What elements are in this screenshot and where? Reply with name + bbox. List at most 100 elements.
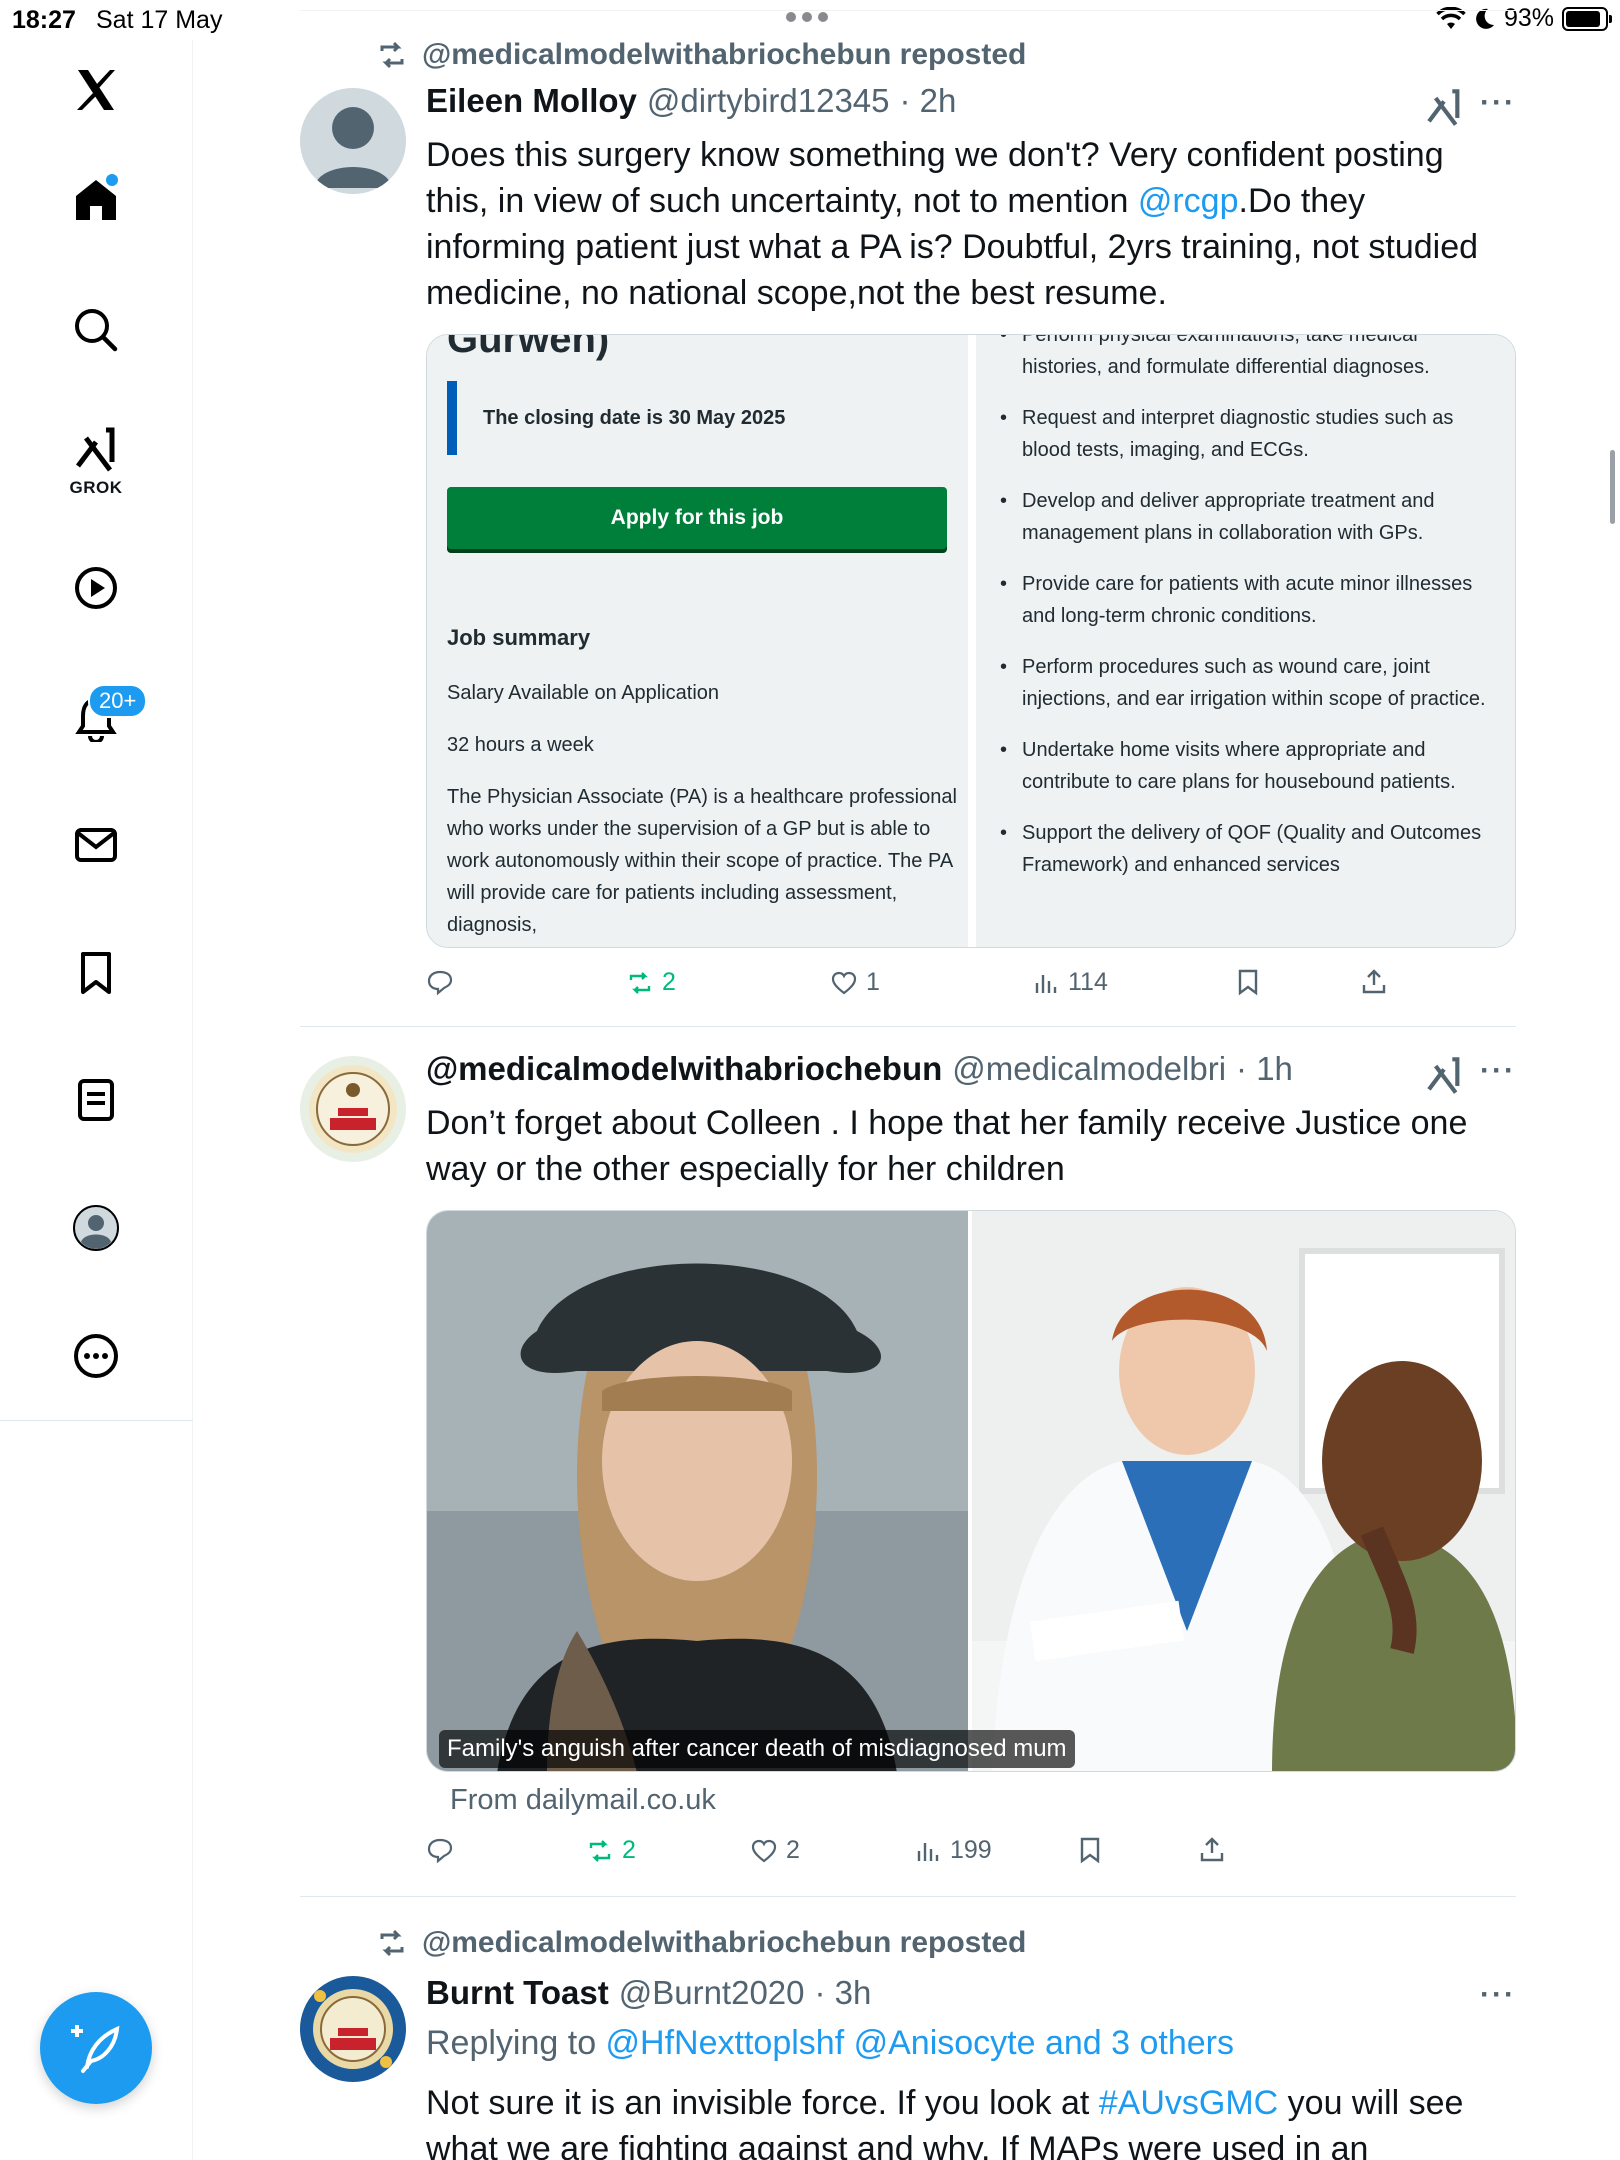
timeline: @medicalmodelwithabriochebun reposted Ei… <box>300 0 1516 2160</box>
author-name[interactable]: @medicalmodelwithabriochebun <box>426 1050 942 1088</box>
view-count: 199 <box>950 1836 992 1864</box>
mention-link[interactable]: @rcgp <box>1138 182 1239 220</box>
repost-label: @medicalmodelwithabriochebun reposted <box>422 38 1027 71</box>
avatar[interactable] <box>300 88 406 194</box>
duty-item: Develop and deliver appropriate treatmen… <box>1000 485 1500 549</box>
tweet-header: Eileen Molloy @dirtybird12345 · 2h <box>426 82 956 120</box>
tweet-time[interactable]: · 3h <box>815 1974 872 2012</box>
replying-to-links[interactable]: @HfNexttoplshf @Anisocyte and 3 others <box>606 2024 1234 2062</box>
reply-icon <box>427 1838 453 1864</box>
top-divider <box>300 10 1516 11</box>
job-advert-right: Perform physical examinations, take medi… <box>976 335 1515 947</box>
reply-button[interactable] <box>426 968 454 996</box>
grok-label: GROK <box>69 478 123 497</box>
views-button[interactable]: 114 <box>1032 968 1108 997</box>
grok-icon[interactable] <box>1424 88 1464 128</box>
battery-icon <box>1562 6 1612 31</box>
views-icon <box>917 1842 939 1861</box>
job-advert-image[interactable]: Gurwen) The closing date is 30 May 2025 … <box>426 334 1516 948</box>
heart-icon <box>831 971 857 994</box>
repost-count: 2 <box>622 1836 636 1864</box>
link-source[interactable]: From dailymail.co.uk <box>450 1784 716 1817</box>
avatar[interactable] <box>300 1976 406 2082</box>
share-icon <box>1362 969 1386 994</box>
repost-icon <box>629 971 651 994</box>
search-icon[interactable] <box>66 300 126 360</box>
views-button[interactable]: 199 <box>914 1836 992 1865</box>
list-icon[interactable] <box>66 1070 126 1130</box>
tweet-header: @medicalmodelwithabriochebun @medicalmod… <box>426 1050 1293 1088</box>
tweet-text: Does this surgery know something we don'… <box>426 136 1479 312</box>
scrollbar[interactable] <box>1610 450 1615 524</box>
x-logo-icon[interactable] <box>66 60 126 120</box>
share-button[interactable] <box>1198 1836 1226 1864</box>
hours-text: 32 hours a week <box>447 734 594 756</box>
duty-item: Request and interpret diagnostic studies… <box>1000 402 1500 466</box>
like-button[interactable]: 1 <box>830 968 880 997</box>
author-handle[interactable]: @dirtybird12345 <box>647 82 890 120</box>
bookmark-button[interactable] <box>1076 1836 1104 1864</box>
job-description: The Physician Associate (PA) is a health… <box>447 786 957 936</box>
bookmark-icon[interactable] <box>66 943 126 1003</box>
duty-item: Provide care for patients with acute min… <box>1000 568 1500 632</box>
author-name[interactable]: Eileen Molloy <box>426 82 637 120</box>
job-advert-left: Gurwen) The closing date is 30 May 2025 … <box>427 334 968 947</box>
repost-label: @medicalmodelwithabriochebun reposted <box>422 1926 1027 1959</box>
share-button[interactable] <box>1360 968 1388 996</box>
doctor-with-patient-photo <box>972 1211 1515 1771</box>
repost-button[interactable]: 2 <box>626 968 676 997</box>
media-caption: Family's anguish after cancer death of m… <box>439 1730 1075 1768</box>
closing-date: The closing date is 30 May 2025 <box>447 381 785 455</box>
more-options-icon[interactable]: ··· <box>1480 1978 1516 2012</box>
avatar[interactable] <box>300 1056 406 1162</box>
tweet-time[interactable]: · 2h <box>900 82 957 120</box>
more-circle-icon[interactable] <box>66 1326 126 1386</box>
bookmark-icon <box>1080 1837 1100 1864</box>
repost-icon <box>380 1929 404 1957</box>
repost-count: 2 <box>662 968 676 996</box>
duty-item: Support the delivery of QOF (Quality and… <box>1000 817 1500 881</box>
tweet-divider <box>300 1026 1516 1027</box>
duty-item: Perform procedures such as wound care, j… <box>1000 651 1500 715</box>
replying-to: Replying to @HfNexttoplshf @Anisocyte an… <box>426 2024 1234 2062</box>
job-title-cut: Gurwen) <box>447 334 610 361</box>
repost-indicator[interactable]: @medicalmodelwithabriochebun reposted <box>376 1926 1026 1960</box>
repost-button[interactable]: 2 <box>586 1836 636 1865</box>
author-handle[interactable]: @medicalmodelbri <box>952 1050 1226 1088</box>
heart-icon <box>751 1839 777 1862</box>
compose-button[interactable] <box>40 1992 152 2104</box>
apply-button: Apply for this job <box>447 487 947 549</box>
repost-indicator[interactable]: @medicalmodelwithabriochebun reposted <box>376 38 1026 72</box>
compose-icon <box>71 2025 120 2073</box>
tweet-header: Burnt Toast @Burnt2020 · 3h <box>426 1974 871 2012</box>
grok-icon[interactable] <box>1424 1056 1464 1096</box>
more-options-icon[interactable]: ··· <box>1480 1054 1516 1088</box>
profile-icon[interactable] <box>66 1198 126 1258</box>
tweet-text: Don’t forget about Colleen . I hope that… <box>426 1104 1468 1188</box>
more-options-icon[interactable]: ··· <box>1480 86 1516 120</box>
like-count: 2 <box>786 1836 800 1864</box>
tweet-time[interactable]: · 1h <box>1236 1050 1293 1088</box>
bookmark-button[interactable] <box>1234 968 1262 996</box>
status-date: Sat 17 May <box>96 6 223 34</box>
tweet-actions: 2 2 199 <box>426 1836 1416 1876</box>
tweet-actions: 2 1 114 <box>426 968 1416 1008</box>
grok-icon[interactable] <box>66 420 126 480</box>
link-card-media[interactable]: Family's anguish after cancer death of m… <box>426 1210 1516 1772</box>
status-time: 18:27 <box>12 6 76 34</box>
views-icon <box>1035 974 1057 993</box>
sidebar-divider <box>0 1420 193 1421</box>
home-notification-dot <box>106 174 118 186</box>
like-button[interactable]: 2 <box>750 1836 800 1865</box>
mail-icon[interactable] <box>66 815 126 875</box>
play-icon[interactable] <box>66 558 126 618</box>
author-name[interactable]: Burnt Toast <box>426 1974 609 2012</box>
view-count: 114 <box>1068 968 1108 996</box>
tweet-text: Not sure it is an invisible force. If yo… <box>426 2084 1464 2160</box>
hashtag-link[interactable]: #AUvsGMC <box>1099 2084 1278 2122</box>
salary-text: Salary Available on Application <box>447 682 720 704</box>
author-handle[interactable]: @Burnt2020 <box>619 1974 805 2012</box>
reply-button[interactable] <box>426 1836 454 1864</box>
share-icon <box>1200 1837 1224 1862</box>
repost-icon <box>589 1839 611 1862</box>
